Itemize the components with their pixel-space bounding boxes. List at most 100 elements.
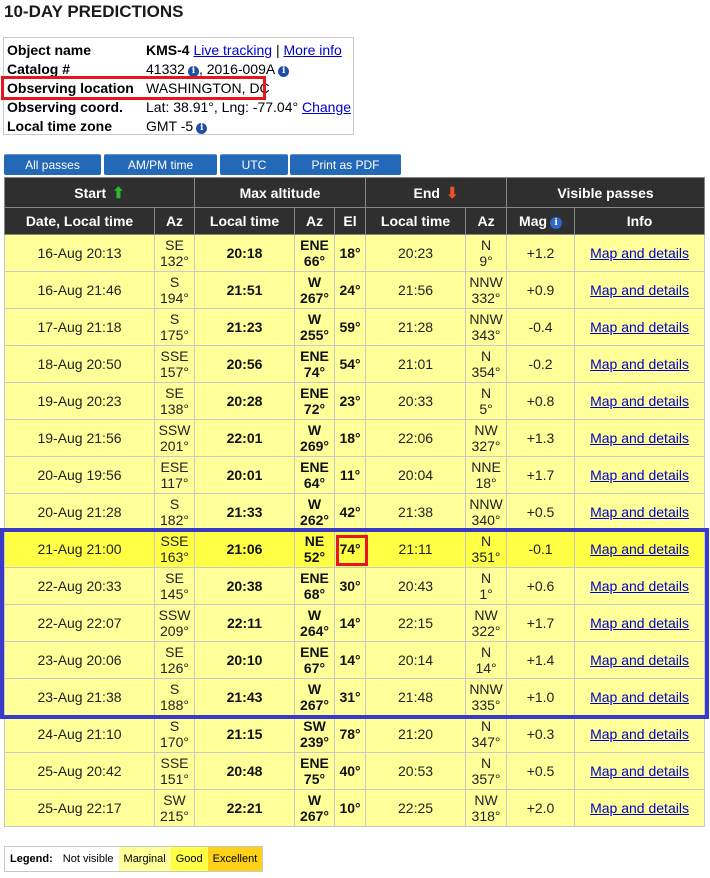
max-time: 21:15 <box>194 715 296 753</box>
start-dir: SSE <box>160 348 189 364</box>
map-details-link[interactable]: Map and details <box>590 578 689 594</box>
start-az: SE 126° <box>153 641 196 679</box>
map-details-link[interactable]: Map and details <box>590 652 689 668</box>
max-deg: 262° <box>300 512 329 528</box>
end-deg: 343° <box>471 327 501 343</box>
info-cell: Map and details <box>574 456 706 494</box>
info-icon[interactable]: i <box>550 217 563 229</box>
table-row: 19-Aug 21:56 SSW 201° 22:01 W 269° 18° 22:06 NW 3… <box>4 419 706 457</box>
end-az: NNW 343° <box>465 308 508 346</box>
table-row: 25-Aug 20:42 SSE 151° 20:48 ENE 75° 40° 20:53 N 3… <box>4 752 706 790</box>
max-dir: W <box>307 792 322 808</box>
pass-date: 21-Aug 21:00 <box>4 530 155 568</box>
max-az: ENE 68° <box>294 567 336 605</box>
col-end-az: Az <box>465 207 508 235</box>
map-details-link[interactable]: Map and details <box>590 541 689 557</box>
live-tracking-link[interactable]: Live tracking <box>193 42 272 58</box>
map-details-link[interactable]: Map and details <box>590 430 689 446</box>
max-dir: ENE <box>300 755 329 771</box>
more-info-link[interactable]: More info <box>283 42 341 58</box>
coord-label: Observing coord. <box>7 99 123 115</box>
end-az: N 354° <box>465 345 508 383</box>
max-deg: 66° <box>303 253 326 269</box>
start-dir: SE <box>165 570 184 586</box>
end-time: 21:11 <box>365 530 467 568</box>
legend-marginal: Marginal <box>118 847 171 871</box>
start-deg: 117° <box>160 475 189 491</box>
max-el: 30° <box>334 567 367 605</box>
table-row: 16-Aug 21:46 S 194° 21:51 W 267° 24° 21:56 NNW 33… <box>4 271 706 309</box>
map-details-link[interactable]: Map and details <box>590 689 689 705</box>
pass-date: 20-Aug 21:28 <box>4 493 155 531</box>
map-details-link[interactable]: Map and details <box>590 763 689 779</box>
cospar-id: , 2016-009A <box>198 61 276 77</box>
map-details-link[interactable]: Map and details <box>590 726 689 742</box>
group-header-row: Start ⬆ Max altitude End ⬇ Visible passes <box>3 177 706 208</box>
max-dir: ENE <box>300 459 329 475</box>
magnitude: +1.7 <box>506 456 576 494</box>
info-cell: Map and details <box>574 641 706 679</box>
all-passes-button[interactable]: All passes <box>4 154 101 175</box>
info-cell: Map and details <box>574 493 706 531</box>
legend-good: Good <box>170 847 208 871</box>
map-details-link[interactable]: Map and details <box>590 356 689 372</box>
ampm-time-button[interactable]: AM/PM time <box>104 154 217 175</box>
info-icon[interactable]: i <box>187 66 199 77</box>
max-az: W 269° <box>294 419 336 457</box>
change-location-link[interactable]: Change <box>302 99 351 115</box>
end-dir: N <box>480 385 492 401</box>
timezone-value-group: GMT -5 i <box>146 117 208 136</box>
end-time: 20:23 <box>365 234 467 272</box>
timezone-value: GMT -5 <box>146 118 194 134</box>
end-az: NNW 340° <box>465 493 508 531</box>
start-dir: SSE <box>160 533 189 549</box>
end-deg: 5° <box>479 401 493 417</box>
map-details-link[interactable]: Map and details <box>590 282 689 298</box>
location-label: Observing location <box>7 80 134 96</box>
max-time: 21:51 <box>194 271 296 309</box>
utc-button[interactable]: UTC <box>220 154 288 175</box>
end-time: 20:14 <box>365 641 467 679</box>
max-deg: 267° <box>300 697 329 713</box>
start-az: SSW 201° <box>153 419 196 457</box>
map-details-link[interactable]: Map and details <box>590 245 689 261</box>
info-icon[interactable]: i <box>278 66 290 77</box>
max-az: NE 52° <box>294 530 336 568</box>
start-deg: 194° <box>160 290 189 306</box>
map-details-link[interactable]: Map and details <box>590 800 689 816</box>
coord-value: Lat: 38.91°, Lng: -77.04° <box>146 99 299 115</box>
magnitude: +0.5 <box>506 493 576 531</box>
start-deg: 138° <box>160 401 189 417</box>
end-time: 20:04 <box>365 456 467 494</box>
print-pdf-button[interactable]: Print as PDF <box>290 154 401 175</box>
end-deg: 14° <box>475 660 497 676</box>
max-az: ENE 72° <box>294 382 336 420</box>
end-dir: N <box>480 644 492 660</box>
start-az: ESE 117° <box>153 456 196 494</box>
magnitude: +0.8 <box>506 382 576 420</box>
map-details-link[interactable]: Map and details <box>590 467 689 483</box>
predictions-table: Start ⬆ Max altitude End ⬇ Visible passes … <box>3 177 706 827</box>
max-el: 59° <box>334 308 367 346</box>
end-dir: NW <box>474 607 498 623</box>
table-row: 18-Aug 20:50 SSE 157° 20:56 ENE 74° 54° 21:01 N 3… <box>4 345 706 383</box>
object-info-panel: Object name KMS-4 Live tracking | More i… <box>3 37 354 135</box>
end-deg: 340° <box>471 512 501 528</box>
map-details-link[interactable]: Map and details <box>590 615 689 631</box>
map-details-link[interactable]: Map and details <box>590 319 689 335</box>
end-time: 21:01 <box>365 345 467 383</box>
max-dir: W <box>307 496 322 512</box>
max-deg: 74° <box>303 364 326 380</box>
info-icon[interactable]: i <box>196 123 208 134</box>
end-time: 22:06 <box>365 419 467 457</box>
start-dir: S <box>169 496 180 512</box>
start-dir: S <box>169 681 180 697</box>
map-details-link[interactable]: Map and details <box>590 504 689 520</box>
max-altitude-group-header: Max altitude <box>194 177 367 208</box>
max-deg: 255° <box>300 327 329 343</box>
max-time: 20:38 <box>194 567 296 605</box>
max-deg: 52° <box>303 549 326 565</box>
map-details-link[interactable]: Map and details <box>590 393 689 409</box>
max-az: W 262° <box>294 493 336 531</box>
max-deg: 239° <box>300 734 329 750</box>
